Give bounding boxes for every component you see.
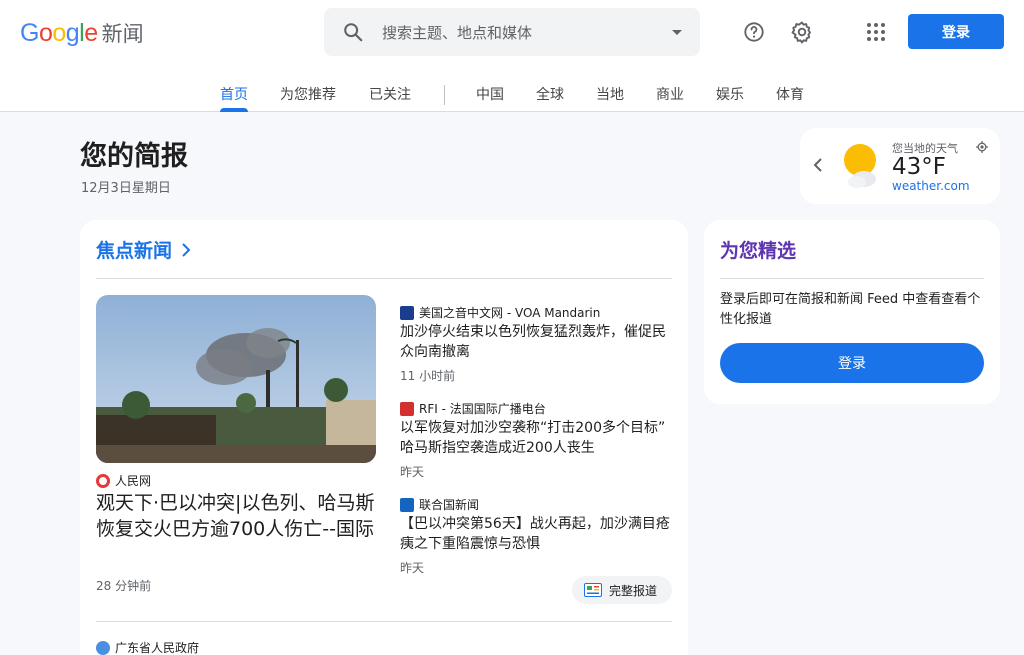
next-story-publisher[interactable]: 广东省人民政府 xyxy=(96,639,199,655)
tab-entertainment[interactable]: 娱乐 xyxy=(716,84,744,104)
un-news-icon xyxy=(400,497,414,512)
top-stories-card: 焦点新闻 人民网 观天下·巴以冲突|以色列、哈马斯恢复交火巴方逾700人伤亡--… xyxy=(80,220,688,655)
tab-china[interactable]: 中国 xyxy=(476,84,504,104)
hero-image[interactable] xyxy=(96,295,376,463)
search-input[interactable]: 搜索主题、地点和媒体 xyxy=(382,22,532,43)
hero-time: 28 分钟前 xyxy=(96,579,152,593)
divider xyxy=(96,621,672,622)
section-tabs: 首页 为您推荐 已关注 中国 全球 当地 商业 娱乐 体育 xyxy=(0,84,1024,112)
side-story-2-publisher[interactable]: RFI - 法国国际广播电台 xyxy=(400,400,546,417)
for-you-heading: 为您精选 xyxy=(720,240,797,262)
logo-word: Google xyxy=(20,19,98,47)
publisher-name: 广东省人民政府 xyxy=(115,641,200,655)
weather-widget[interactable]: 您当地的天气 43°F weather.com xyxy=(800,128,1000,204)
side-story-3-headline[interactable]: 【巴以冲突第56天】战火再起，加沙满目疮痍之下重陷震惊与恐惧 xyxy=(400,514,672,554)
help-button[interactable] xyxy=(738,16,770,48)
tab-world[interactable]: 全球 xyxy=(536,84,564,104)
chevron-right-icon xyxy=(182,242,191,257)
search-dropdown-icon[interactable] xyxy=(672,30,682,35)
active-tab-indicator xyxy=(220,108,248,112)
gear-icon xyxy=(791,21,811,44)
briefing-date: 12月3日星期日 xyxy=(81,181,171,196)
people-daily-icon xyxy=(96,473,110,488)
publisher-name: 联合国新闻 xyxy=(419,498,480,512)
for-you-description: 登录后即可在简报和新闻 Feed 中查看查看个性化报道 xyxy=(720,292,981,327)
side-story-2-time: 昨天 xyxy=(400,465,425,479)
signin-button[interactable]: 登录 xyxy=(908,14,1004,49)
tab-following[interactable]: 已关注 xyxy=(369,84,411,104)
weather-source-link[interactable]: weather.com xyxy=(892,179,970,193)
side-story-3-publisher[interactable]: 联合国新闻 xyxy=(400,496,479,513)
tab-local[interactable]: 当地 xyxy=(596,84,624,104)
location-icon[interactable] xyxy=(976,141,988,153)
search-icon[interactable] xyxy=(342,21,364,43)
top-stories-title: 焦点新闻 xyxy=(96,240,173,262)
top-bar: Google 新闻 搜索主题、地点和媒体 登录 首页 为您推荐 已关注 中国 全… xyxy=(0,0,1024,112)
publisher-name: RFI - 法国国际广播电台 xyxy=(419,402,546,416)
for-you-signin-button[interactable]: 登录 xyxy=(720,343,984,383)
voa-icon xyxy=(400,305,414,320)
page-title: 您的简报 xyxy=(80,141,188,172)
apps-grid-icon xyxy=(867,23,885,41)
weather-temperature: 43°F xyxy=(892,154,946,180)
google-news-logo[interactable]: Google 新闻 xyxy=(20,18,144,48)
tab-for-you[interactable]: 为您推荐 xyxy=(280,84,336,104)
guangdong-gov-icon xyxy=(96,640,110,655)
side-story-1-time: 11 小时前 xyxy=(400,369,456,383)
publisher-name: 美国之音中文网 - VOA Mandarin xyxy=(419,306,601,320)
partly-sunny-icon xyxy=(844,144,876,188)
side-story-3-time: 昨天 xyxy=(400,561,425,575)
search-bar[interactable]: 搜索主题、地点和媒体 xyxy=(324,8,700,56)
tab-sports[interactable]: 体育 xyxy=(776,84,804,104)
tab-divider xyxy=(444,85,445,105)
side-story-2-headline[interactable]: 以军恢复对加沙空袭称“打击200多个目标” 哈马斯指空袭造成近200人丧生 xyxy=(400,418,672,458)
chevron-left-icon[interactable] xyxy=(812,156,824,174)
full-coverage-icon xyxy=(584,583,602,597)
apps-button[interactable] xyxy=(860,16,892,48)
logo-suffix: 新闻 xyxy=(101,22,144,46)
hero-publisher[interactable]: 人民网 xyxy=(96,472,151,489)
rfi-icon xyxy=(400,401,414,416)
publisher-name: 人民网 xyxy=(115,474,152,488)
help-icon xyxy=(744,22,764,42)
hero-headline[interactable]: 观天下·巴以冲突|以色列、哈马斯恢复交火巴方逾700人伤亡--国际 xyxy=(96,490,378,542)
side-story-1-headline[interactable]: 加沙停火结束以色列恢复猛烈轰炸，催促民众向南撤离 xyxy=(400,322,672,362)
tab-business[interactable]: 商业 xyxy=(656,84,684,104)
full-coverage-label: 完整报道 xyxy=(609,583,658,598)
divider xyxy=(96,278,672,279)
side-story-1-publisher[interactable]: 美国之音中文网 - VOA Mandarin xyxy=(400,304,600,321)
tab-home[interactable]: 首页 xyxy=(220,84,248,104)
top-stories-heading[interactable]: 焦点新闻 xyxy=(96,236,194,263)
divider xyxy=(720,278,984,279)
settings-button[interactable] xyxy=(786,16,818,48)
for-you-card: 为您精选 登录后即可在简报和新闻 Feed 中查看查看个性化报道 登录 xyxy=(704,220,1000,404)
full-coverage-button[interactable]: 完整报道 xyxy=(572,576,672,604)
